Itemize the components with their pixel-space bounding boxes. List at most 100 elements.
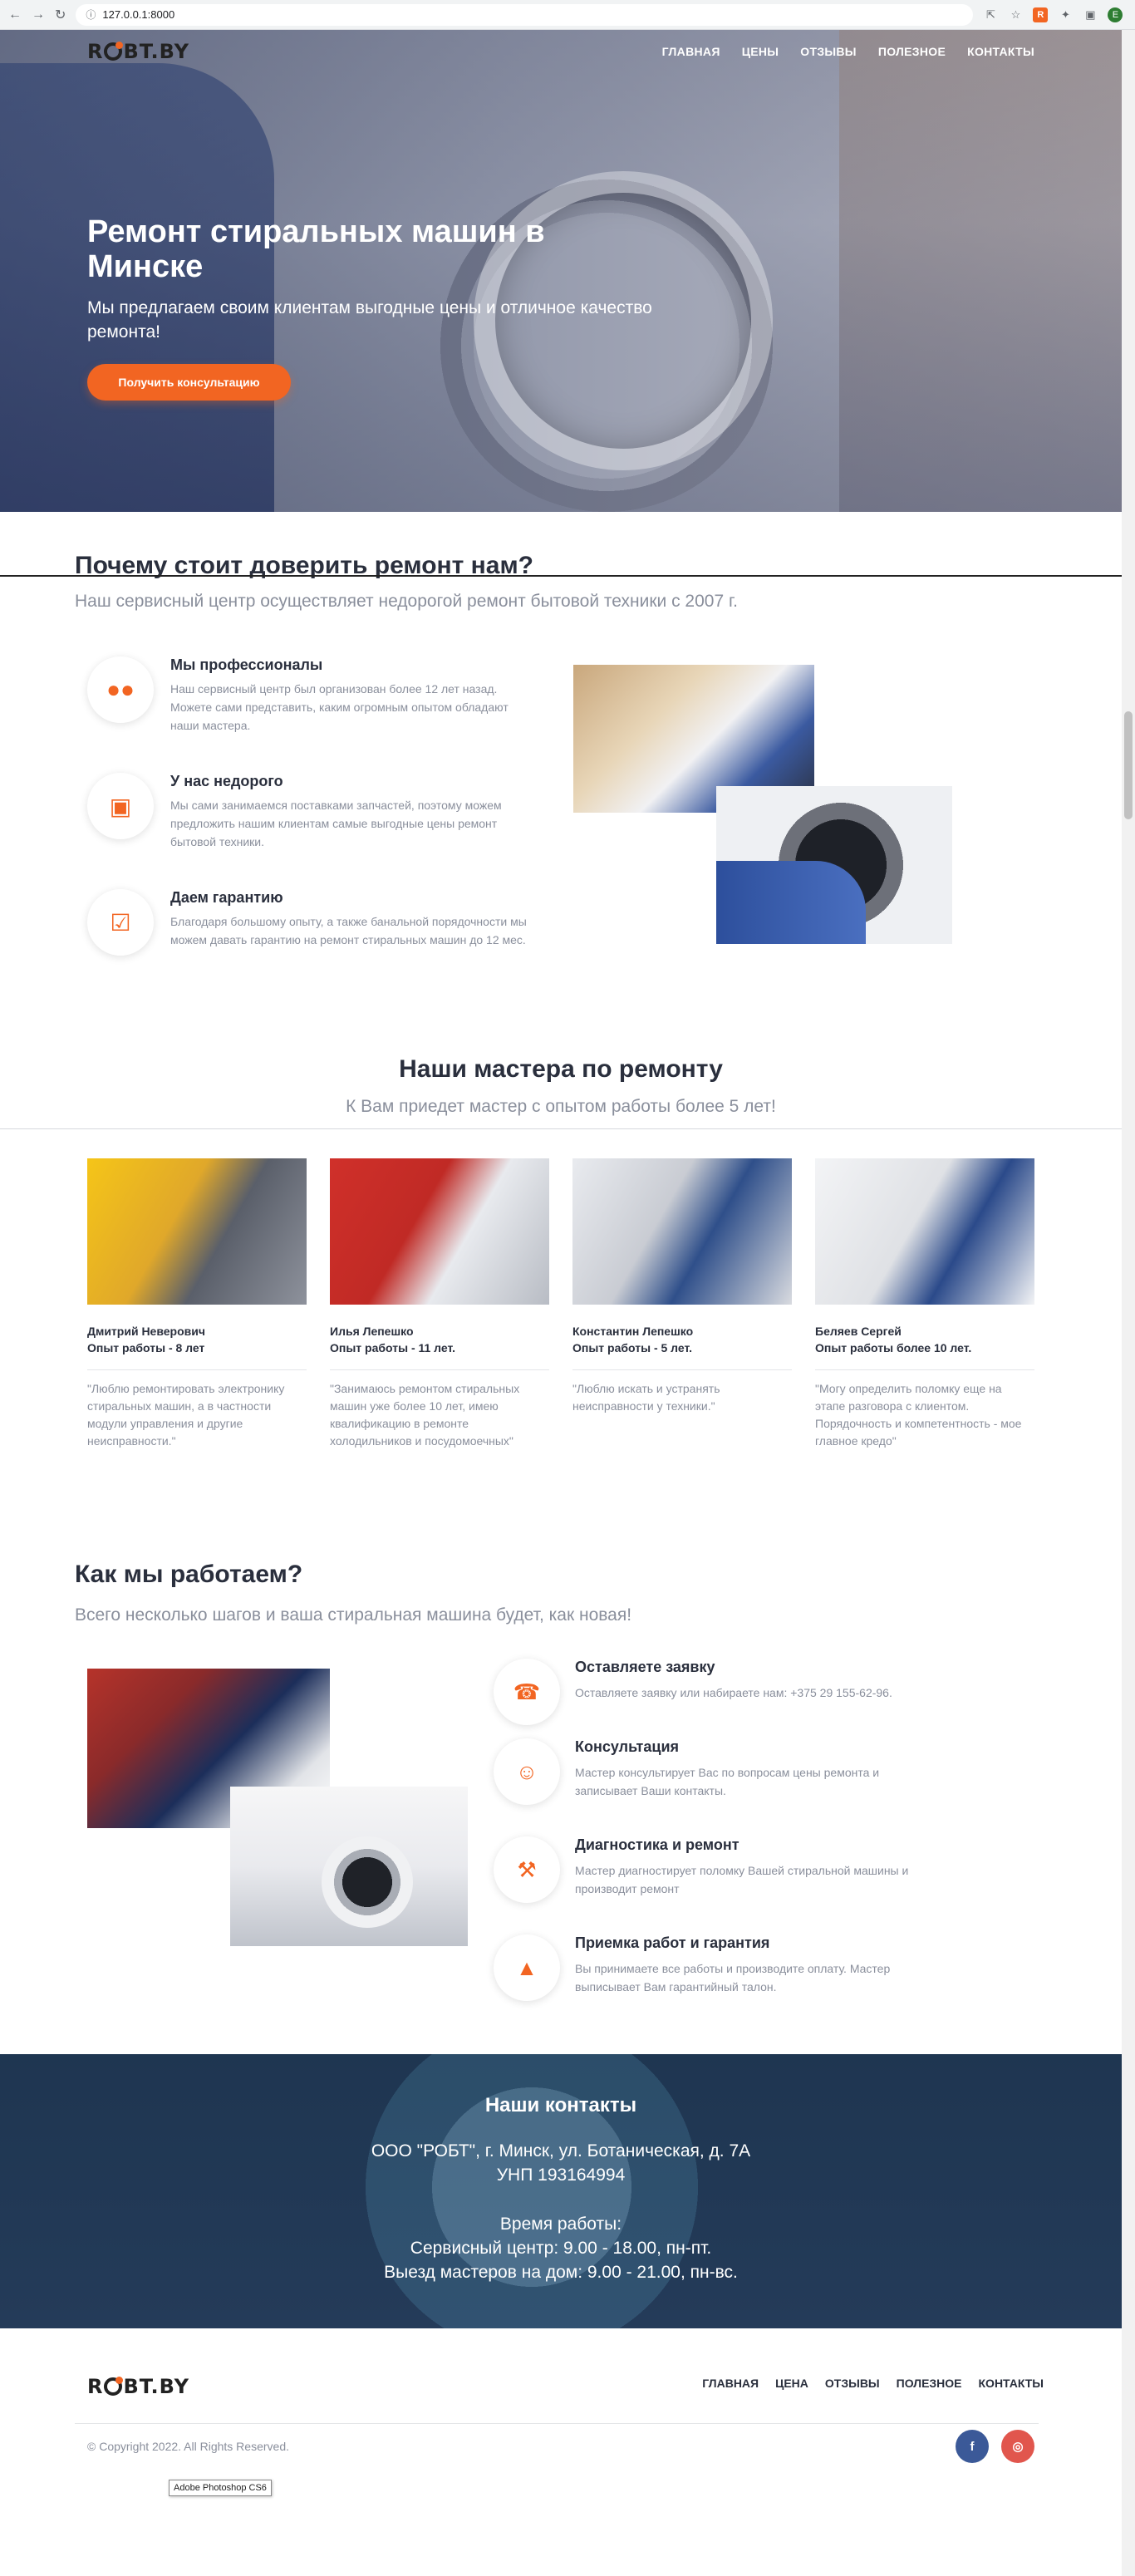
master-photo	[87, 1158, 307, 1305]
section-divider	[0, 1128, 1122, 1129]
contacts-title: Наши контакты	[484, 2094, 637, 2116]
step-item: ☎ Оставляете заявку Оставляете заявку ил…	[494, 1659, 959, 1733]
footer-link-useful[interactable]: ПОЛЕЗНОЕ	[897, 2377, 962, 2390]
master-card: Константин Лепешко Опыт работы - 5 лет. …	[572, 1158, 792, 1415]
browser-toolbar: ← → ↻ ⓘ 127.0.0.1:8000 ⇱ ☆ R ✦ ▣ E ⋮	[0, 0, 1135, 30]
hours-title: Время работы:	[499, 2215, 622, 2234]
feature-text: Благодаря большому опыту, а также баналь…	[170, 915, 527, 946]
divider	[87, 1369, 307, 1370]
copyright-text: © Copyright 2022. All Rights Reserved.	[87, 2440, 289, 2453]
hero-section: R BT.BY ГЛАВНАЯ ЦЕНЫ ОТЗЫВЫ ПОЛЕЗНОЕ КОНТ…	[0, 30, 1122, 512]
contacts-section: Наши контакты ООО "РОБТ", г. Минск, ул. …	[0, 2054, 1122, 2328]
footer-link-home[interactable]: ГЛАВНАЯ	[702, 2377, 759, 2390]
hero-title: Ремонт стиральных машин в Минске	[87, 214, 545, 284]
feature-item: ☑ Даем гарантию Благодаря большому опыту…	[87, 889, 553, 972]
facebook-icon[interactable]: f	[956, 2430, 989, 2463]
profile-avatar[interactable]: E	[1108, 7, 1123, 22]
master-name: Константин Лепешко	[572, 1325, 694, 1338]
masters-title: Наши мастера по ремонту	[399, 1055, 723, 1083]
masters-subtitle: К Вам приедет мастер с опытом работы бол…	[346, 1097, 776, 1116]
footer-link-contacts[interactable]: КОНТАКТЫ	[979, 2377, 1044, 2390]
info-icon[interactable]: ⓘ	[86, 7, 96, 22]
top-navigation: R BT.BY ГЛАВНАЯ ЦЕНЫ ОТЗЫВЫ ПОЛЕЗНОЕ КОНТ…	[0, 30, 1122, 73]
divider	[572, 1369, 792, 1370]
contacts-unp: УНП 193164994	[496, 2166, 626, 2185]
master-quote: "Люблю искать и устранять неисправности …	[572, 1382, 720, 1413]
divider	[330, 1369, 549, 1370]
section-divider	[0, 575, 1122, 577]
divider	[815, 1369, 1034, 1370]
feature-text: Наш сервисный центр был организован боле…	[170, 682, 509, 732]
nav-link-contacts[interactable]: КОНТАКТЫ	[967, 45, 1034, 58]
master-experience: Опыт работы более 10 лет.	[815, 1341, 972, 1354]
visit-hours: Выезд мастеров на дом: 9.00 - 21.00, пн-…	[384, 2263, 738, 2282]
nav-link-useful[interactable]: ПОЛЕЗНОЕ	[878, 45, 946, 58]
step-title: Приемка работ и гарантия	[575, 1934, 770, 1951]
feature-text: Мы сами занимаемся поставками запчастей,…	[170, 799, 502, 848]
instagram-icon[interactable]: ◎	[1001, 2430, 1034, 2463]
footer-logo[interactable]: R BT.BY	[87, 2375, 189, 2398]
address-bar[interactable]: ⓘ 127.0.0.1:8000	[76, 3, 974, 26]
repair-photo-drum	[716, 786, 952, 944]
nav-link-reviews[interactable]: ОТЗЫВЫ	[800, 45, 857, 58]
extension-icon[interactable]: R	[1033, 7, 1049, 22]
person-icon: ☺	[494, 1738, 560, 1805]
master-photo	[572, 1158, 792, 1305]
step-item: ⚒ Диагностика и ремонт Мастер диагностир…	[494, 1836, 959, 1911]
master-name: Дмитрий Неверович	[87, 1325, 205, 1338]
step-title: Оставляете заявку	[575, 1659, 715, 1675]
scrollbar-thumb[interactable]	[1124, 711, 1133, 819]
consultation-button[interactable]: Получить консультацию	[87, 364, 291, 401]
footer-divider	[75, 2423, 1039, 2424]
step-item: ☺ Консультация Мастер консультирует Вас …	[494, 1738, 959, 1813]
reload-icon[interactable]: ↻	[55, 6, 66, 24]
how-title: Как мы работаем?	[75, 1561, 303, 1588]
star-icon[interactable]: ☆	[1008, 7, 1023, 22]
master-card: Илья Лепешко Опыт работы - 11 лет. "Зани…	[330, 1158, 549, 1450]
team-icon: ●●	[87, 656, 154, 723]
master-photo	[815, 1158, 1034, 1305]
page-scrollbar[interactable]	[1122, 30, 1135, 2576]
master-name: Илья Лепешко	[330, 1325, 414, 1338]
master-card: Дмитрий Неверович Опыт работы - 8 лет "Л…	[87, 1158, 307, 1450]
nav-link-prices[interactable]: ЦЕНЫ	[742, 45, 779, 58]
master-experience: Опыт работы - 5 лет.	[572, 1341, 692, 1354]
master-photo	[330, 1158, 549, 1305]
phone-icon: ☎	[494, 1659, 560, 1725]
nav-link-home[interactable]: ГЛАВНАЯ	[662, 45, 720, 58]
main-menu: ГЛАВНАЯ ЦЕНЫ ОТЗЫВЫ ПОЛЕЗНОЕ КОНТАКТЫ	[662, 45, 1034, 58]
step-text: Мастер консультирует Вас по вопросам цен…	[575, 1766, 880, 1797]
footer-menu: ГЛАВНАЯ ЦЕНА ОТЗЫВЫ ПОЛЕЗНОЕ КОНТАКТЫ	[702, 2377, 1044, 2390]
contacts-address: ООО "РОБТ", г. Минск, ул. Ботаническая, …	[371, 2141, 751, 2161]
feature-title: Мы профессионалы	[170, 656, 323, 673]
hero-subtitle: Мы предлагаем своим клиентам выгодные це…	[87, 298, 652, 342]
master-quote: "Занимаюсь ремонтом стиральных машин уже…	[330, 1382, 520, 1448]
forward-icon[interactable]: →	[32, 6, 45, 24]
step-text: Вы принимаете все работы и производите о…	[575, 1962, 891, 1993]
master-quote: "Люблю ремонтировать электронику стираль…	[87, 1382, 285, 1448]
feature-title: Даем гарантию	[170, 889, 283, 906]
wrench-icon: ⚒	[494, 1836, 560, 1903]
share-icon[interactable]: ⇱	[983, 7, 998, 22]
footer-link-price[interactable]: ЦЕНА	[775, 2377, 808, 2390]
feature-item: ●● Мы профессионалы Наш сервисный центр …	[87, 656, 553, 740]
step-title: Консультация	[575, 1738, 680, 1755]
step-text: Оставляете заявку или набираете нам: +37…	[575, 1686, 892, 1699]
master-experience: Опыт работы - 8 лет	[87, 1341, 205, 1354]
puzzle-icon[interactable]: ✦	[1058, 7, 1073, 22]
tooltip: Adobe Photoshop CS6	[169, 2480, 272, 2496]
step-item: ▲ Приемка работ и гарантия Вы принимаете…	[494, 1934, 959, 2009]
hero-worker-figure	[0, 63, 274, 512]
site-logo[interactable]: R BT.BY	[87, 40, 189, 63]
service-hours: Сервисный центр: 9.00 - 18.00, пн-пт.	[410, 2239, 712, 2258]
master-card: Беляев Сергей Опыт работы более 10 лет. …	[815, 1158, 1034, 1450]
footer-link-reviews[interactable]: ОТЗЫВЫ	[825, 2377, 880, 2390]
url-text: 127.0.0.1:8000	[102, 8, 175, 21]
sidebar-icon[interactable]: ▣	[1083, 7, 1098, 22]
master-name: Беляев Сергей	[815, 1325, 902, 1338]
back-icon[interactable]: ←	[8, 6, 22, 24]
money-icon: ▣	[87, 773, 154, 839]
why-subtitle: Наш сервисный центр осуществляет недорог…	[75, 592, 738, 611]
master-quote: "Могу определить поломку еще на этапе ра…	[815, 1382, 1022, 1448]
how-subtitle: Всего несколько шагов и ваша стиральная …	[75, 1605, 632, 1625]
